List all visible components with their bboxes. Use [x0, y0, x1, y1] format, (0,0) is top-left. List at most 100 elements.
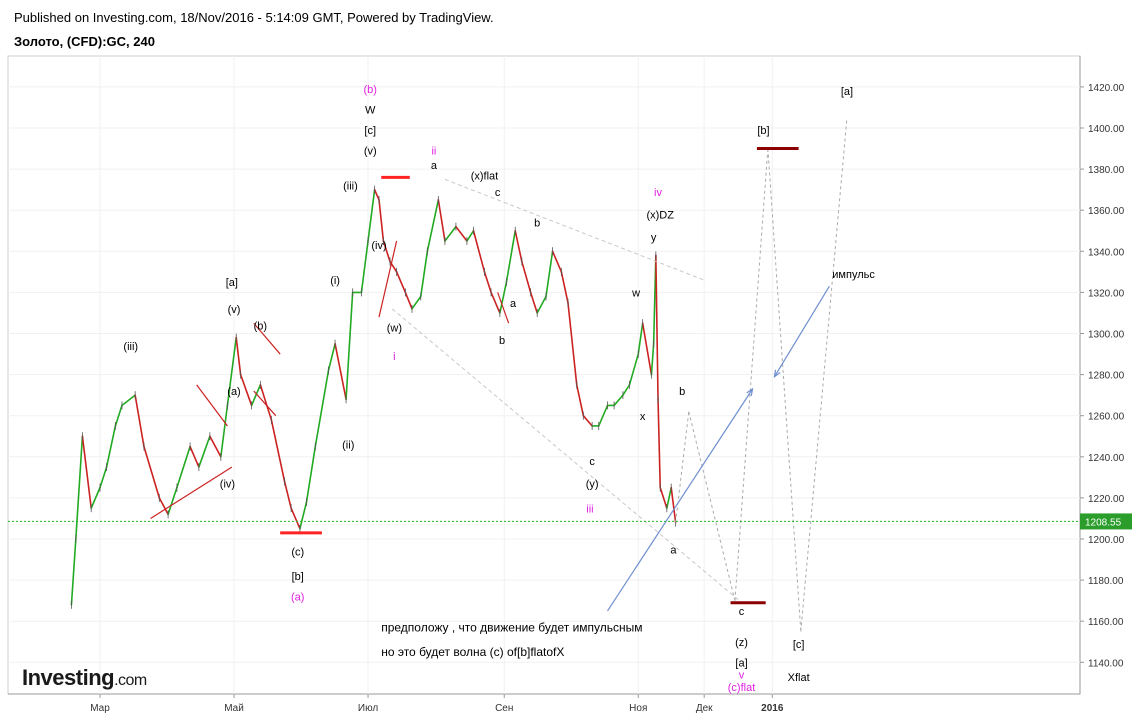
price-segment	[567, 301, 578, 386]
wave-label: (x)DZ	[646, 209, 674, 221]
price-segment	[70, 538, 77, 606]
price-segment	[81, 435, 93, 509]
triangle-trendline	[391, 308, 740, 602]
price-segment	[250, 384, 262, 407]
wave-label: (iv)	[371, 240, 386, 252]
price-segment	[419, 250, 429, 298]
price-segment	[290, 507, 301, 530]
price-segment	[235, 336, 242, 376]
y-tick-label: 1180.00	[1088, 576, 1124, 587]
price-segment	[220, 404, 229, 458]
price-segment	[121, 394, 136, 407]
wave-label: c	[495, 187, 501, 199]
wave-label: a	[670, 544, 677, 556]
wave-label: ii	[431, 146, 436, 158]
wave-label: [c]	[793, 639, 805, 651]
wave-label: i	[393, 351, 395, 363]
current-price-label: 1208.55	[1085, 517, 1122, 528]
wedge-trendline	[150, 466, 233, 519]
price-segment	[299, 501, 308, 530]
price-segment	[75, 435, 84, 540]
y-tick-label: 1140.00	[1088, 658, 1124, 669]
wave-label: (c)flat	[728, 682, 756, 694]
price-segment	[575, 384, 585, 417]
price-segment	[622, 384, 631, 396]
price-segment	[314, 369, 330, 448]
wave-label: iii	[586, 503, 593, 515]
price-segment	[551, 250, 563, 273]
triangle-trendline	[444, 178, 705, 281]
price-segment	[209, 435, 222, 458]
wave-label: (w)	[387, 322, 402, 334]
wave-label: [a]	[226, 277, 238, 289]
y-tick-label: 1280.00	[1088, 371, 1125, 382]
arrow-line	[773, 285, 830, 377]
price-segment	[167, 486, 178, 516]
wave-label: b	[679, 386, 685, 398]
wave-label: (a)	[227, 386, 240, 398]
price-segment	[378, 199, 385, 242]
wave-label: (i)	[330, 275, 340, 287]
price-segment	[560, 271, 569, 304]
wave-label: c	[739, 606, 745, 618]
wave-label: c	[589, 456, 595, 468]
price-segment	[641, 322, 653, 376]
projection-segment	[675, 411, 690, 523]
wave-label: (iii)	[343, 181, 358, 193]
x-tick-label: Дек	[696, 703, 713, 714]
wave-label: (v)	[364, 146, 377, 158]
wave-label: (b)	[254, 320, 267, 332]
wave-label: iv	[654, 187, 662, 199]
price-segment	[426, 199, 440, 253]
price-segment	[650, 342, 655, 376]
wave-label: (z)	[735, 637, 748, 649]
price-segment	[99, 466, 108, 489]
y-tick-label: 1260.00	[1088, 412, 1125, 423]
y-tick-label: 1160.00	[1088, 617, 1124, 628]
price-segment	[360, 240, 369, 294]
wave-label: x	[640, 411, 646, 423]
wave-label: y	[651, 232, 657, 244]
wave-label: (iv)	[220, 479, 235, 491]
price-segment	[305, 445, 317, 503]
price-segment	[367, 188, 376, 242]
wave-label: b	[534, 218, 540, 230]
price-segment	[444, 225, 457, 242]
price-segment	[345, 291, 354, 401]
price-segment	[655, 254, 659, 401]
price-segment	[239, 373, 253, 407]
wave-label: (ii)	[342, 440, 354, 452]
wedge-trendline	[196, 384, 228, 427]
price-segment	[466, 229, 475, 242]
x-tick-label: 2016	[761, 703, 784, 714]
logo-name: Investing	[22, 665, 115, 690]
price-segment	[143, 445, 161, 499]
wave-label: [c]	[364, 125, 376, 137]
price-segment	[545, 250, 554, 298]
wave-label: (x)flat	[471, 170, 499, 182]
price-segment	[259, 384, 273, 421]
wave-label: w	[631, 288, 640, 300]
price-segment	[536, 295, 547, 314]
price-segment	[437, 199, 446, 242]
wave-label: b	[499, 335, 505, 347]
price-segment	[404, 291, 413, 310]
price-segment	[327, 342, 336, 372]
y-tick-label: 1220.00	[1088, 494, 1125, 505]
arrow-head-icon	[773, 369, 781, 378]
wave-label: [b]	[757, 125, 769, 137]
x-tick-label: Сен	[495, 703, 513, 714]
y-tick-label: 1400.00	[1088, 124, 1125, 135]
price-segment	[483, 271, 492, 294]
wave-label: v	[739, 670, 745, 682]
price-segment	[198, 435, 211, 468]
wave-label: Xflat	[788, 672, 810, 684]
x-tick-label: Ноя	[629, 703, 647, 714]
price-chart[interactable]: (b)W[c](v) iia(x)flatcbiv(x)DZywab(iii)(i…	[0, 0, 1136, 720]
wave-label: (v)	[228, 304, 241, 316]
y-tick-label: 1200.00	[1088, 535, 1125, 546]
arrow-line	[607, 388, 754, 612]
wave-label: (y)	[586, 479, 599, 491]
price-segment	[134, 394, 145, 448]
wave-label: a	[431, 160, 438, 172]
